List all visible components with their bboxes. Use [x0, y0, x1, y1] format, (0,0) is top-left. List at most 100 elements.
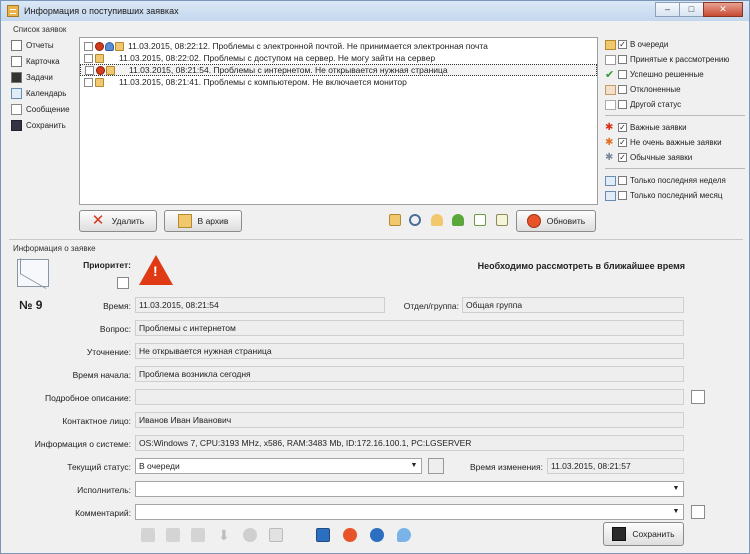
filter-rejected[interactable]: Отклоненные: [605, 82, 745, 97]
edit-description-icon[interactable]: [691, 390, 705, 404]
new-disabled-icon[interactable]: [141, 528, 155, 542]
question-label: Вопрос:: [99, 324, 131, 334]
filter-checkbox[interactable]: [618, 176, 627, 185]
clock-icon[interactable]: [343, 528, 357, 542]
filter-divider: [605, 168, 745, 169]
filter-other-status[interactable]: Другой статус: [605, 97, 745, 112]
search-icon[interactable]: [409, 214, 421, 226]
archive-box-icon: [177, 214, 192, 228]
comment-field[interactable]: ▼: [135, 504, 684, 520]
maximize-button[interactable]: □: [679, 2, 704, 17]
floppy-save-icon[interactable]: [316, 528, 330, 542]
filter-less-important[interactable]: ✱ ✓ Не очень важные заявки: [605, 135, 745, 150]
tasks-icon: [11, 71, 22, 83]
edit-priority-icon[interactable]: [117, 277, 129, 289]
envelope-icon: [95, 53, 104, 63]
sidebar-item-tasks[interactable]: Задачи: [11, 69, 77, 85]
red-pin-icon: ✱: [605, 121, 614, 133]
comment-alert-icon[interactable]: [243, 528, 257, 542]
calendar-icon: [11, 87, 22, 99]
filter-checkbox[interactable]: [618, 70, 627, 79]
filter-checkbox[interactable]: [618, 100, 627, 109]
rejected-icon: [605, 84, 616, 95]
folder-open-disabled-icon[interactable]: [191, 528, 205, 542]
request-text: 11.03.2015, 08:21:41. Проблемы с компьют…: [119, 77, 407, 87]
chat-icon[interactable]: [397, 528, 411, 542]
executor-label: Исполнитель:: [77, 485, 131, 495]
priority-message: Необходимо рассмотреть в ближайшее время: [477, 261, 685, 271]
contact-label: Контактное лицо:: [62, 416, 131, 426]
filter-checkbox[interactable]: [618, 85, 627, 94]
priority-label: Приоритет:: [83, 260, 131, 270]
time-label: Время:: [103, 301, 131, 311]
status-select[interactable]: В очереди ▼: [135, 458, 422, 474]
chevron-down-icon[interactable]: ▼: [671, 507, 681, 517]
sidebar-item-message[interactable]: Сообщение: [11, 101, 77, 117]
person-icon: [105, 41, 114, 51]
description-label: Подробное описание:: [44, 393, 131, 403]
delete-button[interactable]: ✕ Удалить: [79, 210, 157, 232]
envelope-icon: [605, 39, 616, 50]
list-item[interactable]: 11.03.2015, 08:22:12. Проблемы с электро…: [80, 40, 597, 52]
request-text: 11.03.2015, 08:21:54. Проблемы с интерне…: [129, 65, 448, 75]
list-item[interactable]: 11.03.2015, 08:22:02. Проблемы с доступо…: [80, 52, 597, 64]
envelope-icon: [106, 65, 115, 75]
title-bar: Информация о поступивших заявках – □ ✕: [1, 1, 749, 21]
chevron-down-icon[interactable]: ▼: [409, 461, 419, 471]
refresh-button[interactable]: Обновить: [516, 210, 596, 232]
minimize-button[interactable]: –: [655, 2, 680, 17]
filter-checkbox[interactable]: ✓: [618, 123, 627, 132]
archive-button[interactable]: В архив: [164, 210, 242, 232]
row-checkbox[interactable]: [84, 77, 93, 87]
calendar-icon: [605, 175, 616, 186]
filter-ordinary[interactable]: ✱ ✓ Обычные заявки: [605, 150, 745, 165]
status-label: Текущий статус:: [67, 462, 131, 472]
sidebar-item-reports[interactable]: Отчеты: [11, 37, 77, 53]
sidebar-item-save[interactable]: Сохранить: [11, 117, 77, 133]
row-checkbox[interactable]: [85, 65, 94, 75]
list-item-selected[interactable]: 11.03.2015, 08:21:54. Проблемы с интерне…: [80, 64, 597, 76]
filter-solved[interactable]: ✔ Успешно решенные: [605, 67, 745, 82]
user-icon[interactable]: [431, 214, 443, 226]
arrow-down-icon[interactable]: ⬇: [218, 528, 232, 542]
row-checkbox[interactable]: [84, 41, 93, 51]
filter-last-week[interactable]: Только последняя неделя: [605, 173, 745, 188]
card-icon: [11, 55, 22, 67]
folder-disabled-icon[interactable]: [166, 528, 180, 542]
filter-last-month[interactable]: Только последний месяц: [605, 188, 745, 203]
filter-important[interactable]: ✱ ✓ Важные заявки: [605, 120, 745, 135]
open-folder-icon[interactable]: [389, 214, 401, 226]
requests-list[interactable]: 11.03.2015, 08:22:12. Проблемы с электро…: [79, 37, 598, 205]
page-icon[interactable]: [269, 528, 283, 542]
user-green-icon[interactable]: [452, 214, 464, 226]
filter-checkbox[interactable]: ✓: [618, 40, 627, 49]
requests-group-label: Список заявок: [13, 25, 67, 34]
document-icon: [605, 99, 616, 110]
filter-accepted[interactable]: Принятые к рассмотрению: [605, 52, 745, 67]
chevron-down-icon[interactable]: ▼: [671, 484, 681, 494]
list-item[interactable]: 11.03.2015, 08:21:41. Проблемы с компьют…: [80, 76, 597, 88]
edit-comment-icon[interactable]: [691, 505, 705, 519]
main-window: Информация о поступивших заявках – □ ✕ С…: [0, 0, 750, 554]
filter-checkbox[interactable]: [618, 55, 627, 64]
changed-label: Время изменения:: [470, 462, 543, 472]
filter-checkbox[interactable]: ✓: [618, 153, 627, 162]
export-icon[interactable]: [474, 214, 486, 226]
status-history-icon[interactable]: [428, 458, 444, 474]
globe-icon[interactable]: [370, 528, 384, 542]
save-button[interactable]: Сохранить: [603, 522, 684, 546]
executor-select[interactable]: ▼: [135, 481, 684, 497]
clarification-field: Не открывается нужная страница: [135, 343, 684, 359]
window-title: Информация о поступивших заявках: [24, 6, 179, 16]
close-button[interactable]: ✕: [703, 2, 743, 17]
filter-checkbox[interactable]: [618, 191, 627, 200]
sidebar: Отчеты Карточка Задачи Календарь Сообщен…: [11, 37, 77, 133]
filter-checkbox[interactable]: ✓: [618, 138, 627, 147]
row-checkbox[interactable]: [84, 53, 93, 63]
filter-queued[interactable]: ✓ В очереди: [605, 37, 745, 52]
warning-icon: [95, 41, 104, 51]
request-number: № 9: [19, 298, 43, 312]
sidebar-item-calendar[interactable]: Календарь: [11, 85, 77, 101]
note-icon[interactable]: [496, 214, 508, 226]
sidebar-item-card[interactable]: Карточка: [11, 53, 77, 69]
